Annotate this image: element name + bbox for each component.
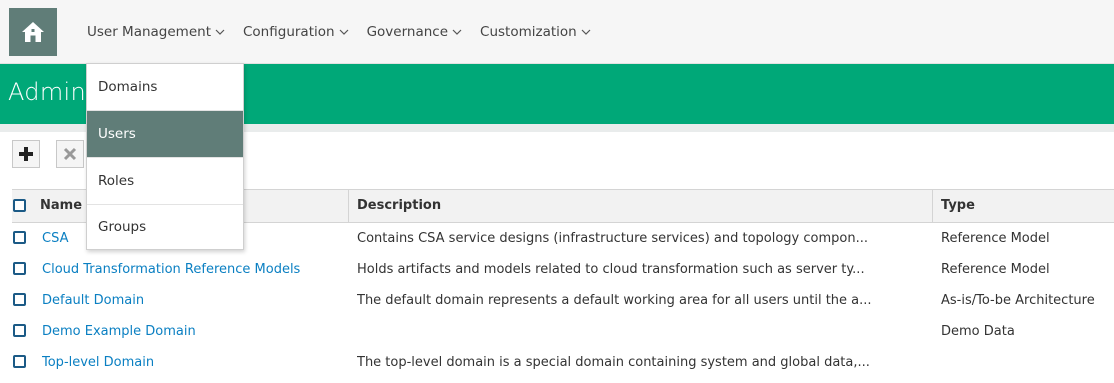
- table-row[interactable]: Cloud Transformation Reference Models Ho…: [12, 254, 1114, 285]
- domain-type: Reference Model: [941, 262, 1050, 277]
- home-button[interactable]: [9, 8, 57, 56]
- domain-type: [941, 347, 1114, 378]
- table-row[interactable]: Top-level Domain The top-level domain is…: [12, 347, 1114, 378]
- chevron-down-icon: [581, 29, 591, 35]
- nav-label: Customization: [480, 24, 577, 40]
- menu-item-users[interactable]: Users: [87, 111, 243, 158]
- home-icon: [22, 22, 44, 42]
- domain-type: Demo Data: [941, 324, 1015, 339]
- nav-label: Governance: [366, 24, 449, 40]
- menu-item-groups[interactable]: Groups: [87, 205, 243, 249]
- chevron-down-icon: [452, 29, 462, 35]
- plus-icon: [19, 147, 33, 161]
- domain-description: Contains CSA service designs (infrastruc…: [357, 231, 868, 246]
- domain-description: The top-level domain is a special domain…: [357, 355, 870, 370]
- domain-name-link[interactable]: Demo Example Domain: [42, 316, 347, 347]
- column-divider: [932, 190, 933, 222]
- domain-name-link[interactable]: Default Domain: [42, 285, 347, 316]
- row-checkbox[interactable]: [13, 355, 26, 368]
- domain-description: The default domain represents a default …: [357, 293, 872, 308]
- delete-button[interactable]: [56, 140, 84, 168]
- row-checkbox[interactable]: [13, 262, 26, 275]
- column-divider: [348, 190, 349, 222]
- user-management-dropdown: Domains Users Roles Groups: [86, 63, 244, 250]
- nav-label: User Management: [87, 24, 211, 40]
- domain-description: [357, 316, 932, 347]
- column-header-type[interactable]: Type: [941, 190, 975, 222]
- add-button[interactable]: [12, 140, 40, 168]
- domain-description: Holds artifacts and models related to cl…: [357, 262, 865, 277]
- column-header-description[interactable]: Description: [357, 190, 441, 222]
- column-header-name[interactable]: Name: [40, 190, 82, 222]
- nav-label: Configuration: [243, 24, 335, 40]
- chevron-down-icon: [215, 29, 225, 35]
- domain-name-link[interactable]: Cloud Transformation Reference Models: [42, 254, 347, 285]
- domain-type: Reference Model: [941, 231, 1050, 246]
- select-all-checkbox[interactable]: [13, 199, 26, 212]
- row-checkbox[interactable]: [13, 231, 26, 244]
- table-row[interactable]: Demo Example Domain Demo Data: [12, 316, 1114, 347]
- main-nav: User Management Configuration Governance…: [87, 0, 609, 64]
- domain-type: As-is/To-be Architecture: [941, 293, 1095, 308]
- domain-name-link[interactable]: Top-level Domain: [42, 347, 347, 378]
- top-navigation-bar: User Management Configuration Governance…: [0, 0, 1114, 64]
- nav-user-management[interactable]: User Management: [87, 24, 225, 40]
- row-checkbox[interactable]: [13, 293, 26, 306]
- chevron-down-icon: [339, 29, 348, 35]
- nav-configuration[interactable]: Configuration: [243, 24, 349, 40]
- nav-customization[interactable]: Customization: [480, 24, 591, 40]
- x-icon: [63, 147, 77, 161]
- table-row[interactable]: Default Domain The default domain repres…: [12, 285, 1114, 316]
- row-checkbox[interactable]: [13, 324, 26, 337]
- nav-governance[interactable]: Governance: [367, 24, 462, 40]
- menu-item-domains[interactable]: Domains: [87, 64, 243, 111]
- menu-item-roles[interactable]: Roles: [87, 158, 243, 205]
